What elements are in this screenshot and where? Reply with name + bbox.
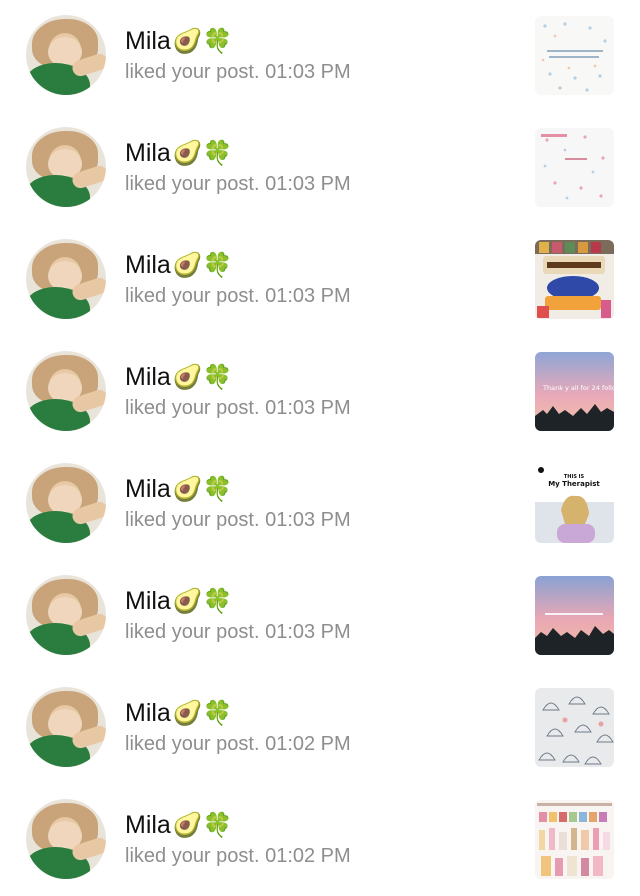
post-thumbnail[interactable]: Thank y all for 24 followers: [535, 352, 614, 431]
post-thumbnail[interactable]: THIS IS My Therapist: [535, 464, 614, 543]
timestamp: 01:03 PM: [265, 61, 351, 83]
timestamp: 01:02 PM: [265, 733, 351, 755]
activity-text: liked your post. 01:03 PM: [125, 509, 351, 531]
post-thumbnail[interactable]: [535, 576, 614, 655]
timestamp: 01:02 PM: [265, 845, 351, 867]
avatar[interactable]: [26, 575, 106, 655]
emoji-icons: 🥑🍀: [172, 28, 233, 55]
avatar[interactable]: [26, 687, 106, 767]
username[interactable]: Mila🥑🍀: [125, 811, 351, 841]
thumbnail-text: Thank y all for 24 followers: [542, 384, 614, 392]
notification-row[interactable]: Mila🥑🍀 liked your post. 01:03 PM Thank y…: [0, 336, 640, 448]
emoji-icons: 🥑🍀: [172, 476, 233, 503]
emoji-icons: 🥑🍀: [172, 140, 233, 167]
activity-text: liked your post. 01:03 PM: [125, 397, 351, 419]
activity-text: liked your post. 01:02 PM: [125, 733, 351, 755]
avatar[interactable]: [26, 799, 106, 879]
activity-text: liked your post. 01:03 PM: [125, 61, 351, 83]
username[interactable]: Mila🥑🍀: [125, 251, 351, 281]
emoji-icons: 🥑🍀: [172, 252, 233, 279]
activity-text: liked your post. 01:03 PM: [125, 173, 351, 195]
avatar[interactable]: [26, 463, 106, 543]
notification-row[interactable]: Mila🥑🍀 liked your post. 01:03 PM: [0, 560, 640, 672]
avatar[interactable]: [26, 239, 106, 319]
notification-row[interactable]: Mila🥑🍀 liked your post. 01:03 PM: [0, 0, 640, 112]
username[interactable]: Mila🥑🍀: [125, 363, 351, 393]
post-thumbnail[interactable]: [535, 688, 614, 767]
activity-text: liked your post. 01:02 PM: [125, 845, 351, 867]
activity-text: liked your post. 01:03 PM: [125, 621, 351, 643]
post-thumbnail[interactable]: [535, 16, 614, 95]
timestamp: 01:03 PM: [265, 621, 351, 643]
username[interactable]: Mila🥑🍀: [125, 139, 351, 169]
username[interactable]: Mila🥑🍀: [125, 27, 351, 57]
notification-row[interactable]: Mila🥑🍀 liked your post. 01:03 PM: [0, 224, 640, 336]
notification-row[interactable]: Mila🥑🍀 liked your post. 01:03 PM: [0, 112, 640, 224]
username[interactable]: Mila🥑🍀: [125, 699, 351, 729]
notification-row[interactable]: Mila🥑🍀 liked your post. 01:02 PM: [0, 784, 640, 896]
avatar[interactable]: [26, 351, 106, 431]
username[interactable]: Mila🥑🍀: [125, 587, 351, 617]
post-thumbnail[interactable]: [535, 128, 614, 207]
emoji-icons: 🥑🍀: [172, 700, 233, 727]
notification-row[interactable]: Mila🥑🍀 liked your post. 01:02 PM: [0, 672, 640, 784]
timestamp: 01:03 PM: [265, 173, 351, 195]
thumbnail-title: My Therapist: [548, 480, 600, 488]
avatar[interactable]: [26, 127, 106, 207]
notification-list: Mila🥑🍀 liked your post. 01:03 PM Mila🥑🍀 …: [0, 0, 640, 879]
post-thumbnail[interactable]: [535, 240, 614, 319]
timestamp: 01:03 PM: [265, 397, 351, 419]
emoji-icons: 🥑🍀: [172, 588, 233, 615]
post-thumbnail[interactable]: [535, 800, 614, 879]
emoji-icons: 🥑🍀: [172, 364, 233, 391]
notification-row[interactable]: Mila🥑🍀 liked your post. 01:03 PM THIS IS…: [0, 448, 640, 560]
timestamp: 01:03 PM: [265, 285, 351, 307]
avatar[interactable]: [26, 15, 106, 95]
timestamp: 01:03 PM: [265, 509, 351, 531]
activity-text: liked your post. 01:03 PM: [125, 285, 351, 307]
emoji-icons: 🥑🍀: [172, 812, 233, 839]
username[interactable]: Mila🥑🍀: [125, 475, 351, 505]
